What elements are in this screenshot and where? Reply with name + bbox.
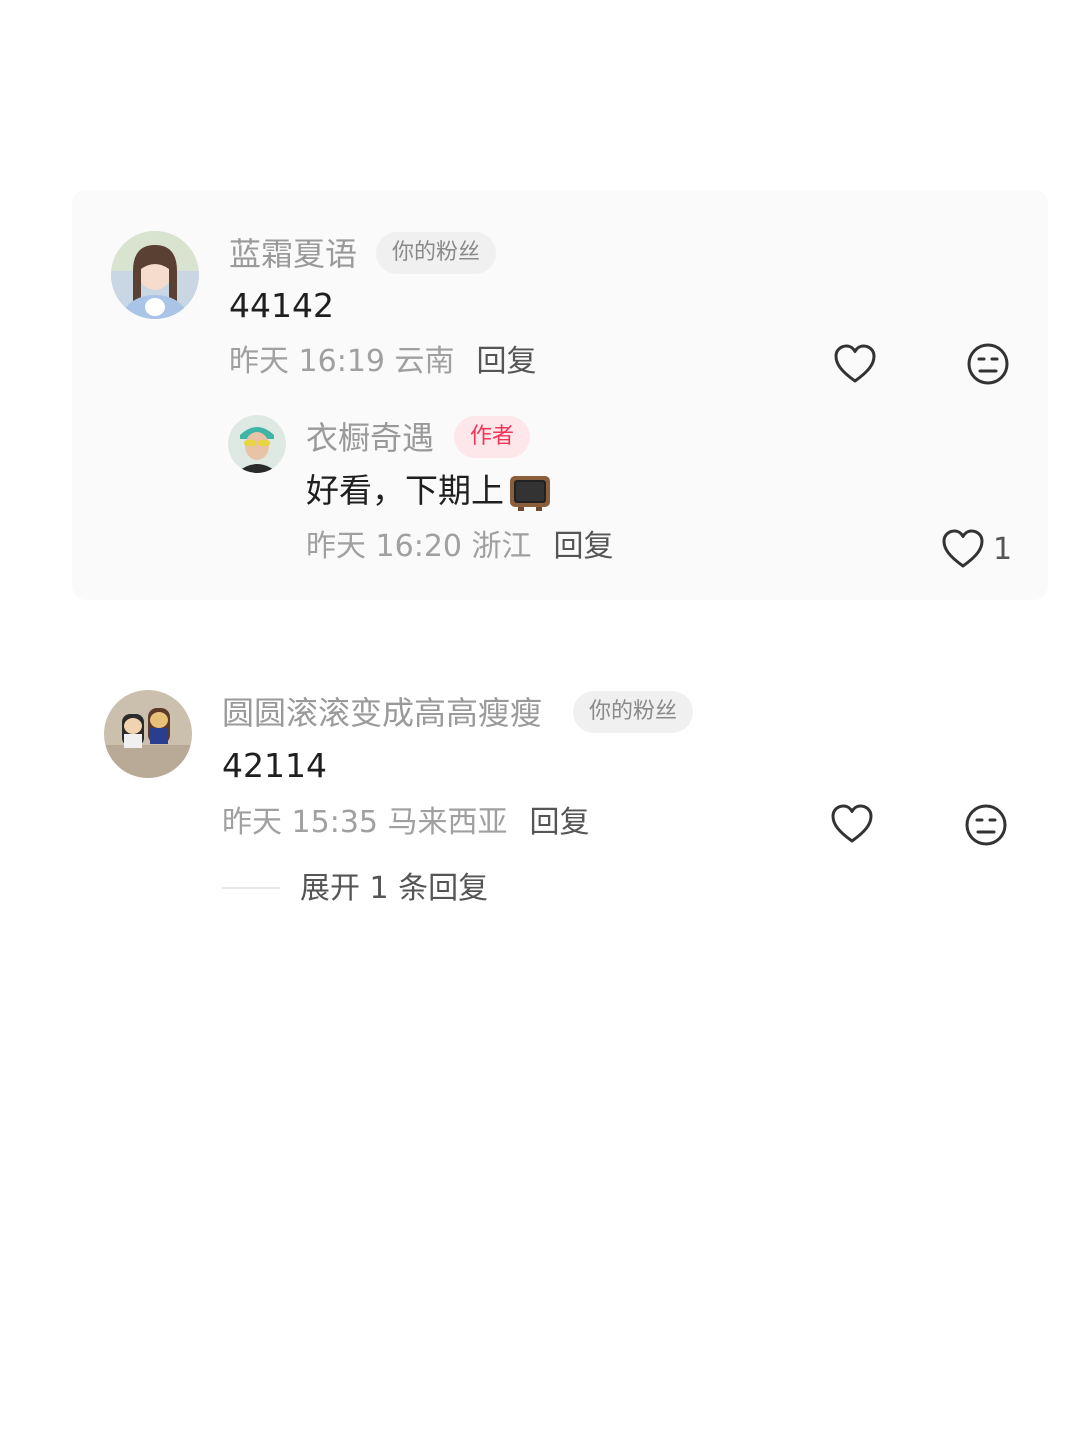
reply-text: 好看，下期上 (306, 470, 552, 513)
author-avatar-icon (228, 415, 286, 473)
reply-timestamp-location: 昨天 16:20 浙江 (306, 529, 532, 564)
heart-icon (834, 344, 876, 383)
like-count: 1 (993, 532, 1013, 567)
comment-username[interactable]: 蓝霜夏语 (229, 234, 357, 274)
avatar[interactable] (104, 690, 192, 778)
heart-icon (942, 529, 984, 568)
comment-username[interactable]: 圆圆滚滚变成高高瘦瘦 (222, 693, 542, 733)
comment-meta: 昨天 15:35 马来西亚 回复 (222, 803, 590, 843)
author-badge: 作者 (454, 416, 531, 458)
fan-badge: 你的粉丝 (376, 232, 497, 274)
comment-timestamp-location: 昨天 15:35 马来西亚 (222, 805, 508, 840)
expand-divider (222, 887, 280, 889)
reply-button[interactable]: 回复 (530, 805, 590, 840)
reply-avatar[interactable] (228, 415, 286, 473)
reply-like-button[interactable] (941, 528, 985, 574)
comment-text: 42114 (222, 746, 327, 785)
reply-text-content: 好看，下期上 (306, 471, 504, 510)
comment-timestamp-location: 昨天 16:19 云南 (229, 344, 455, 379)
tv-icon (510, 475, 550, 511)
reply-button[interactable]: 回复 (477, 344, 537, 379)
comment-text: 44142 (229, 286, 334, 325)
dislike-button[interactable] (964, 803, 1008, 851)
dislike-button[interactable] (966, 342, 1010, 390)
user-avatar-icon (111, 231, 199, 319)
meh-face-icon (967, 343, 1009, 385)
reply-button[interactable]: 回复 (554, 529, 614, 564)
reply-username[interactable]: 衣橱奇遇 (306, 418, 434, 458)
heart-icon (831, 804, 873, 843)
comment-meta: 昨天 16:19 云南 回复 (229, 342, 537, 382)
avatar[interactable] (111, 231, 199, 319)
like-button[interactable] (830, 803, 874, 849)
expand-replies-button[interactable]: 展开 1 条回复 (300, 869, 488, 909)
user-avatar-icon (104, 690, 192, 778)
reply-meta: 昨天 16:20 浙江 回复 (306, 527, 614, 567)
fan-badge: 你的粉丝 (573, 691, 694, 733)
like-button[interactable] (833, 343, 877, 389)
meh-face-icon (965, 804, 1007, 846)
